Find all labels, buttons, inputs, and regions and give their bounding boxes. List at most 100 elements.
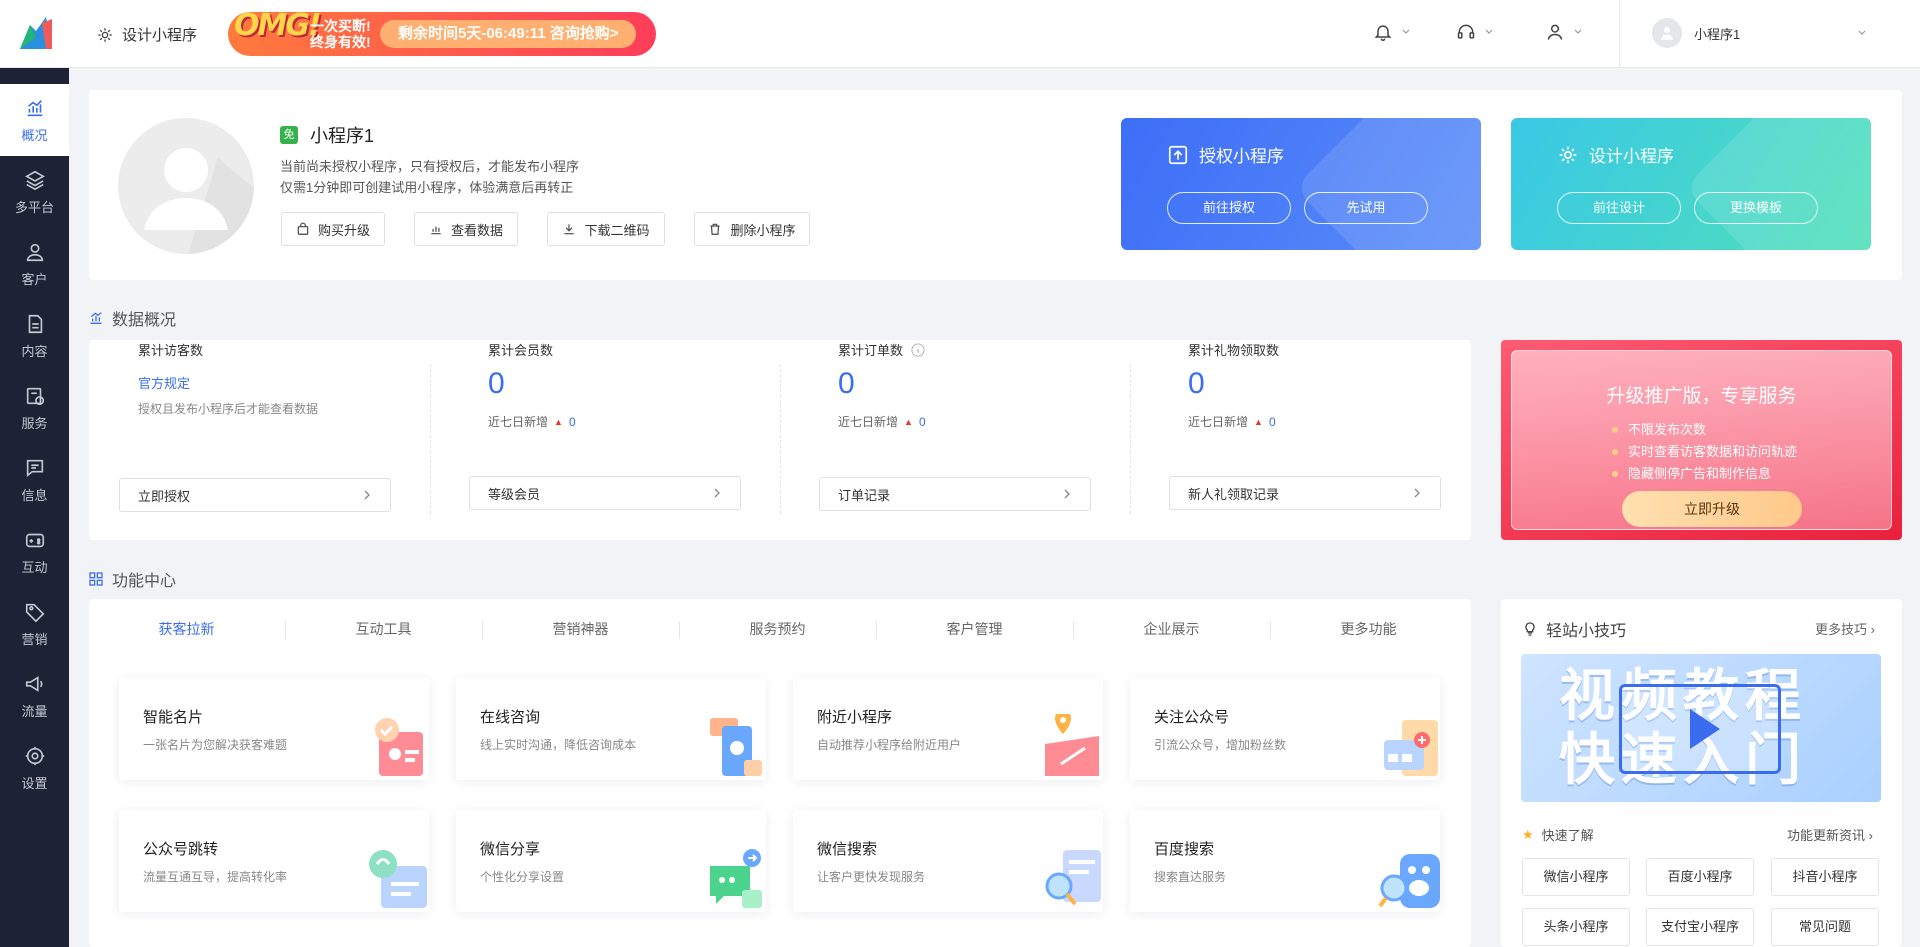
official-rules-link[interactable]: 官方规定	[138, 373, 318, 392]
document-icon	[28, 314, 42, 333]
tag-icon	[25, 603, 44, 622]
buy-upgrade-button[interactable]: 购买升级	[281, 212, 385, 246]
upgrade-benefit: 实时查看访客数据和访问轨迹	[1612, 441, 1797, 463]
chevron-down-icon	[1485, 29, 1493, 34]
top-header: 设计小程序 OMG! 一次买断! 终身有效! 剩余时间5天-06:49:11 咨…	[0, 0, 1920, 68]
sidebar-label: 互动	[21, 559, 48, 575]
week-label: 近七日新增	[488, 415, 549, 429]
feature-card-online-consult[interactable]: 在线咨询 线上实时沟通，降低咨询成本	[456, 678, 766, 780]
feature-card-nearby[interactable]: 附近小程序 自动推荐小程序给附近用户	[793, 678, 1103, 780]
feature-card-smart-card[interactable]: 智能名片 一张名片为您解决获客难题	[119, 678, 429, 780]
feature-desc: 引流公众号，增加粉丝数	[1154, 738, 1287, 752]
pill-faq[interactable]: 常见问题	[1771, 908, 1879, 946]
visitors-note: 授权且发布小程序后才能查看数据	[138, 402, 319, 416]
sidebar-item-traffic[interactable]: 流量	[0, 660, 69, 732]
tab-customer-management[interactable]: 客户管理	[876, 615, 1073, 643]
design-link-label: 设计小程序	[122, 27, 198, 44]
chart-icon	[27, 99, 42, 116]
upgrade-benefit: 不限发布次数	[1612, 419, 1797, 441]
member-level-button[interactable]: 等级会员	[469, 476, 741, 510]
feature-desc: 让客户更快发现服务	[817, 870, 926, 884]
feature-desc: 自动推荐小程序给附近用户	[817, 738, 962, 752]
stat-value: 0	[838, 367, 855, 400]
design-card-title: 设计小程序	[1557, 142, 1674, 167]
delete-miniprogram-button[interactable]: 删除小程序	[694, 212, 810, 246]
stat-visitors: 累计访客数 官方规定 授权且发布小程序后才能查看数据	[138, 340, 318, 417]
tab-more-features[interactable]: 更多功能	[1270, 615, 1467, 643]
feature-desc: 流量互通互导，提高转化率	[143, 870, 288, 884]
user-name: 小程序1	[1694, 26, 1741, 42]
tab-acquire[interactable]: 获客拉新	[88, 615, 285, 643]
avatar	[1652, 18, 1682, 48]
upgrade-now-button[interactable]: 立即升级	[1622, 491, 1802, 527]
account-menu[interactable]	[1545, 22, 1583, 42]
quick-learn-label: 快速了解	[1541, 828, 1594, 843]
feature-title: 在线咨询	[480, 709, 541, 726]
feature-desc: 个性化分享设置	[480, 870, 565, 884]
authorize-now-button[interactable]: 立即授权	[119, 478, 391, 512]
pill-wechat-miniprogram[interactable]: 微信小程序	[1522, 858, 1630, 896]
pill-douyin-miniprogram[interactable]: 抖音小程序	[1771, 858, 1879, 896]
sidebar: 概况 多平台 客户 内容 服务 信息 互动 营销 流量 设置	[0, 68, 69, 947]
order-records-button[interactable]: 订单记录	[819, 477, 1091, 511]
chart-icon	[90, 312, 102, 324]
video-tutorial[interactable]: 视频教程 快速入门	[1521, 654, 1881, 802]
app-name: 小程序1	[310, 126, 375, 146]
feature-card-wechat-share[interactable]: 微信分享 个性化分享设置	[456, 810, 766, 912]
support-menu[interactable]	[1456, 22, 1494, 42]
feature-card-wechat-search[interactable]: 微信搜索 让客户更快发现服务	[793, 810, 1103, 912]
tab-interactive-tools[interactable]: 互动工具	[285, 615, 482, 643]
service-icon	[26, 387, 44, 405]
feature-card-follow-official[interactable]: 关注公众号 引流公众号，增加粉丝数	[1130, 678, 1440, 780]
promo-countdown[interactable]: 剩余时间5天-06:49:11 咨询抢购>	[380, 20, 637, 48]
sidebar-label: 流量	[21, 703, 48, 719]
change-template-button[interactable]: 更换模板	[1694, 192, 1818, 224]
chevron-down-icon	[1402, 29, 1410, 34]
baidu-paw-icon	[1378, 854, 1440, 908]
view-data-button[interactable]: 查看数据	[414, 212, 518, 246]
gamepad-icon	[25, 533, 44, 547]
sidebar-item-settings[interactable]: 设置	[0, 732, 69, 804]
tab-service-booking[interactable]: 服务预约	[679, 615, 876, 643]
user-icon	[26, 243, 43, 261]
pill-toutiao-miniprogram[interactable]: 头条小程序	[1522, 908, 1630, 946]
sidebar-item-services[interactable]: 服务	[0, 372, 69, 444]
pill-alipay-miniprogram[interactable]: 支付宝小程序	[1646, 908, 1754, 946]
sidebar-label: 多平台	[14, 199, 54, 215]
sidebar-item-multiplatform[interactable]: 多平台	[0, 156, 69, 228]
user-switcher[interactable]: 小程序1	[1652, 18, 1867, 48]
pill-baidu-miniprogram[interactable]: 百度小程序	[1646, 858, 1754, 896]
feature-card-baidu-search[interactable]: 百度搜索 搜索直达服务	[1130, 810, 1440, 912]
notification-menu[interactable]	[1373, 22, 1411, 42]
app-name-row: 免 小程序1	[280, 122, 374, 148]
design-miniprogram-link[interactable]: 设计小程序	[96, 24, 197, 45]
try-first-button[interactable]: 先试用	[1304, 192, 1428, 224]
tab-marketing-tools[interactable]: 营销神器	[482, 615, 679, 643]
feature-title: 智能名片	[143, 709, 204, 726]
app-logo[interactable]	[16, 15, 56, 53]
sidebar-item-marketing[interactable]: 营销	[0, 588, 69, 660]
gift-records-button[interactable]: 新人礼领取记录	[1169, 476, 1441, 510]
feature-updates-link[interactable]: 功能更新资讯 ›	[1787, 825, 1873, 844]
sidebar-item-messages[interactable]: 信息	[0, 444, 69, 516]
sidebar-item-interaction[interactable]: 互动	[0, 516, 69, 588]
sidebar-item-content[interactable]: 内容	[0, 300, 69, 372]
feature-card-official-jump[interactable]: 公众号跳转 流量互通互导，提高转化率	[119, 810, 429, 912]
features-title: 功能中心	[88, 567, 176, 591]
sidebar-item-customers[interactable]: 客户	[0, 228, 69, 300]
go-design-button[interactable]: 前往设计	[1557, 192, 1681, 224]
info-icon[interactable]	[911, 342, 925, 357]
headset-icon	[1457, 24, 1475, 39]
sidebar-item-overview[interactable]: 概况	[0, 84, 69, 156]
go-authorize-button[interactable]: 前往授权	[1167, 192, 1291, 224]
download-qrcode-button[interactable]: 下载二维码	[547, 212, 665, 246]
play-icon[interactable]	[1619, 684, 1781, 774]
week-value: 0	[1268, 414, 1276, 429]
view-data-label: 查看数据	[450, 222, 503, 238]
stat-value: 0	[488, 367, 505, 400]
upgrade-promo-card: 升级推广版，专享服务 不限发布次数 实时查看访客数据和访问轨迹 隐藏侧停广告和制…	[1501, 340, 1902, 540]
more-tips-link[interactable]: 更多技巧 ›	[1815, 619, 1875, 638]
gear-design-icon	[1559, 146, 1577, 163]
promo-banner[interactable]: OMG! 一次买断! 终身有效! 剩余时间5天-06:49:11 咨询抢购>	[228, 8, 656, 56]
tab-company-showcase[interactable]: 企业展示	[1073, 615, 1270, 643]
